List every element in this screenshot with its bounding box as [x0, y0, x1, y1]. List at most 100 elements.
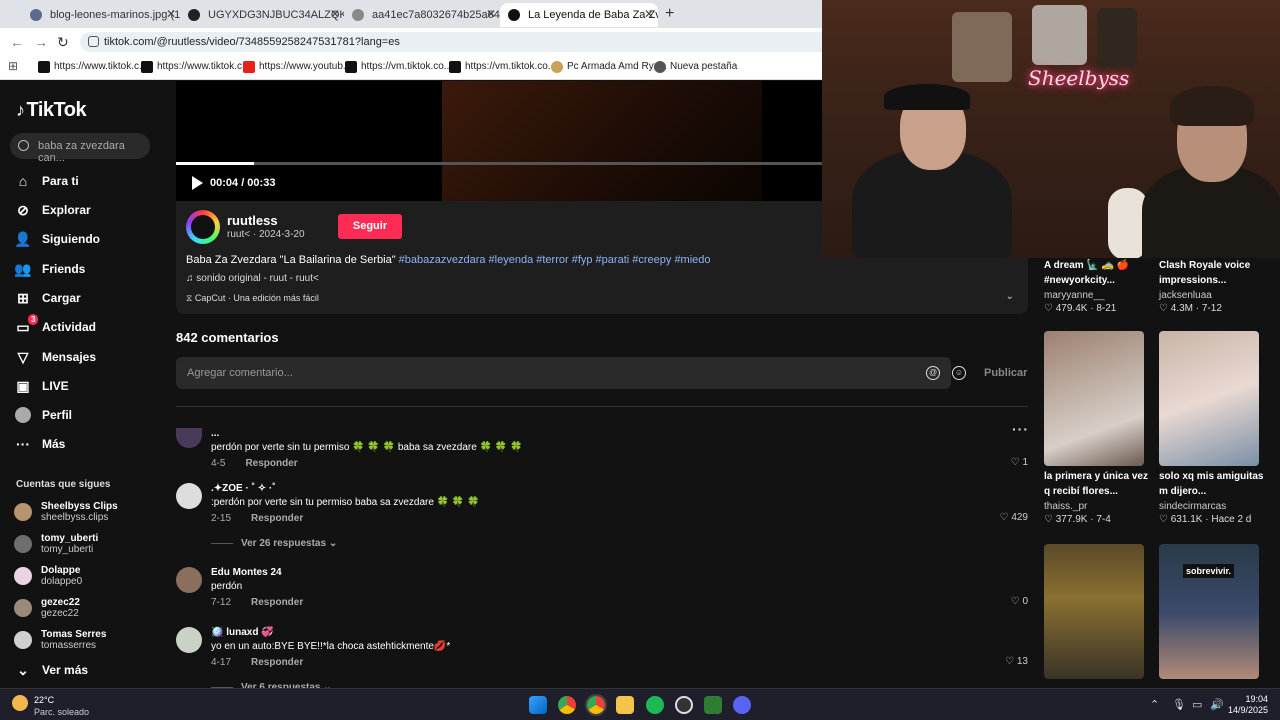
- heart-icon: ♡: [1044, 303, 1056, 314]
- recommended-video[interactable]: solo xq mis amiguitas m dijero... sindec…: [1159, 331, 1264, 525]
- nav-item-live[interactable]: ▣ LIVE: [14, 375, 68, 397]
- like-button[interactable]: ♡ 0: [1011, 596, 1028, 607]
- mention-icon[interactable]: @: [926, 366, 940, 380]
- bookmark-item[interactable]: https://www.tiktok.c...: [38, 61, 147, 73]
- reply-button[interactable]: Responder: [251, 597, 303, 608]
- comment-meta: 2-15 Responder: [211, 513, 304, 524]
- search-input[interactable]: baba za zvezdara can...: [10, 133, 150, 164]
- video-progress-bar[interactable]: [176, 162, 822, 165]
- nav-item-explorar[interactable]: ⊘ Explorar: [14, 199, 91, 221]
- avatar[interactable]: [176, 567, 202, 593]
- nav-item-para-ti[interactable]: ⌂ Para ti: [14, 170, 79, 192]
- comment-author[interactable]: ...: [211, 428, 219, 439]
- close-icon[interactable]: ✕: [166, 7, 176, 21]
- neon-sign: Sheelbyss: [1028, 66, 1130, 90]
- avatar[interactable]: [176, 483, 202, 509]
- chrome-icon[interactable]: [558, 696, 576, 714]
- bookmark-item[interactable]: https://vm.tiktok.co...: [345, 61, 452, 73]
- play-icon[interactable]: [192, 176, 203, 190]
- like-button[interactable]: ♡ 429: [1000, 512, 1028, 523]
- hashtags[interactable]: #babazazvezdara #leyenda #terror #fyp #p…: [399, 254, 711, 266]
- sound-link[interactable]: ♫ sonido original - ruut - ruut<: [186, 273, 319, 284]
- follow-button[interactable]: Seguir: [338, 214, 402, 239]
- folder-icon[interactable]: [616, 696, 634, 714]
- app-icon[interactable]: [675, 696, 693, 714]
- clock[interactable]: 19:04 14/9/2025: [1228, 694, 1268, 716]
- recommended-video[interactable]: sobrevivir.: [1159, 544, 1264, 679]
- video-player[interactable]: 00:04 / 00:33: [176, 81, 822, 201]
- nav-item-siguiendo[interactable]: 👤 Siguiendo: [14, 228, 100, 250]
- browser-tab[interactable]: UGYXDG3NJBUC34ALZQKW87 ✕: [180, 3, 344, 27]
- globe-icon: [352, 9, 364, 21]
- browser-tab[interactable]: blog-leones-marinos.jpg (1280× ✕: [22, 3, 180, 27]
- like-button[interactable]: ♡ 13: [1005, 656, 1028, 667]
- url-field[interactable]: tiktok.com/@ruutless/video/7348559258247…: [80, 32, 840, 52]
- view-replies-button[interactable]: Ver 26 respuestas ⌄: [211, 538, 337, 549]
- bookmark-item[interactable]: https://www.tiktok.c...: [141, 61, 250, 73]
- capcut-link[interactable]: ⧖ CapCut · Una edición más fácil: [186, 293, 319, 304]
- browser-tab[interactable]: aa41ec7a8032674b25a6485b2 ✕: [344, 3, 500, 27]
- bookmark-item[interactable]: https://www.youtub...: [243, 61, 351, 73]
- more-icon: ···: [16, 436, 30, 452]
- close-icon[interactable]: ✕: [330, 7, 340, 21]
- reload-icon[interactable]: ↻: [57, 34, 69, 51]
- browser-tab-active[interactable]: La Leyenda de Baba Za Zvezdar ✕: [500, 3, 658, 27]
- author-name[interactable]: ruutless: [227, 213, 278, 228]
- forward-icon[interactable]: →: [34, 34, 48, 50]
- back-icon[interactable]: ←: [10, 34, 24, 50]
- notification-badge: 3: [28, 314, 39, 325]
- following-account[interactable]: Sheelbyss Clips sheelbyss.clips: [14, 498, 118, 526]
- start-icon[interactable]: [529, 696, 547, 714]
- tiktok-icon: [345, 61, 357, 73]
- network-icon[interactable]: ▭: [1192, 698, 1202, 711]
- following-account[interactable]: tomy_uberti tomy_uberti: [14, 530, 98, 558]
- nav-item-perfil[interactable]: Perfil: [14, 404, 72, 426]
- nav-item-mensajes[interactable]: ▽ Mensajes: [14, 346, 96, 368]
- comment-author[interactable]: Edu Montes 24: [211, 567, 282, 578]
- apps-grid-icon[interactable]: ⊞: [8, 59, 18, 73]
- avatar[interactable]: [176, 627, 202, 653]
- app-icon[interactable]: [704, 696, 722, 714]
- bookmark-item[interactable]: Nueva pestaña: [654, 61, 737, 73]
- close-icon[interactable]: ✕: [486, 7, 496, 21]
- chevron-up-icon[interactable]: ⌃: [1150, 698, 1159, 711]
- comment-text: perdón por verte sin tu permiso 🍀 🍀 🍀 ba…: [211, 442, 523, 453]
- tiktok-logo[interactable]: ♪ TikTok: [16, 99, 87, 122]
- volume-icon[interactable]: 🔊: [1210, 698, 1224, 711]
- nav-item-actividad[interactable]: ▭ 3 Actividad: [14, 314, 96, 338]
- chrome-icon[interactable]: [585, 694, 607, 716]
- reply-button[interactable]: Responder: [251, 657, 303, 668]
- site-info-icon[interactable]: [88, 36, 99, 47]
- following-account[interactable]: Dolappe dolappe0: [14, 562, 82, 590]
- author-avatar[interactable]: [186, 210, 220, 244]
- recommended-video[interactable]: [1044, 544, 1149, 679]
- comment-author[interactable]: 🪩 lunaxd 💞: [211, 627, 274, 638]
- reply-button[interactable]: Responder: [245, 458, 297, 469]
- spotify-icon[interactable]: [646, 696, 664, 714]
- nav-item-mas[interactable]: ··· Más: [14, 433, 65, 455]
- close-icon[interactable]: ✕: [644, 7, 654, 21]
- new-tab-icon[interactable]: +: [665, 5, 674, 23]
- more-options-icon[interactable]: ···: [1012, 421, 1029, 437]
- nav-item-cargar[interactable]: ⊞ Cargar: [14, 287, 81, 309]
- publish-button[interactable]: Publicar: [984, 367, 1027, 379]
- comment-input[interactable]: Agregar comentario... @ ☺: [176, 357, 966, 389]
- recommended-video[interactable]: la primera y única vez q recibí flores..…: [1044, 331, 1149, 525]
- bookmark-item[interactable]: https://vm.tiktok.co...: [449, 61, 556, 73]
- reply-button[interactable]: Responder: [251, 513, 303, 524]
- recommended-video[interactable]: Clash Royale voice impressions... jackse…: [1159, 258, 1264, 314]
- avatar[interactable]: [176, 428, 202, 448]
- following-account[interactable]: Tomas Serres tomasserres: [14, 626, 106, 654]
- chevron-down-icon[interactable]: ⌄: [1006, 291, 1014, 302]
- following-account[interactable]: gezec22 gezec22: [14, 594, 80, 622]
- emoji-icon[interactable]: ☺: [952, 366, 966, 380]
- see-more-button[interactable]: ⌄ Ver más: [14, 659, 88, 681]
- bookmark-item[interactable]: Pc Armada Amd Ryz...: [551, 61, 667, 73]
- like-button[interactable]: ♡ 1: [1011, 457, 1028, 468]
- comment-author[interactable]: .✦ZOE · ˚ ✧ ·˚: [211, 483, 276, 494]
- webcam-overlay: Sheelbyss: [822, 0, 1280, 258]
- nav-item-friends[interactable]: 👥 Friends: [14, 258, 85, 280]
- recommended-video[interactable]: A dream 🗽 🚕 🍎 #newyorkcity... maryyanne_…: [1044, 258, 1149, 314]
- discord-icon[interactable]: [733, 696, 751, 714]
- microphone-icon[interactable]: 🎙: [1172, 698, 1186, 711]
